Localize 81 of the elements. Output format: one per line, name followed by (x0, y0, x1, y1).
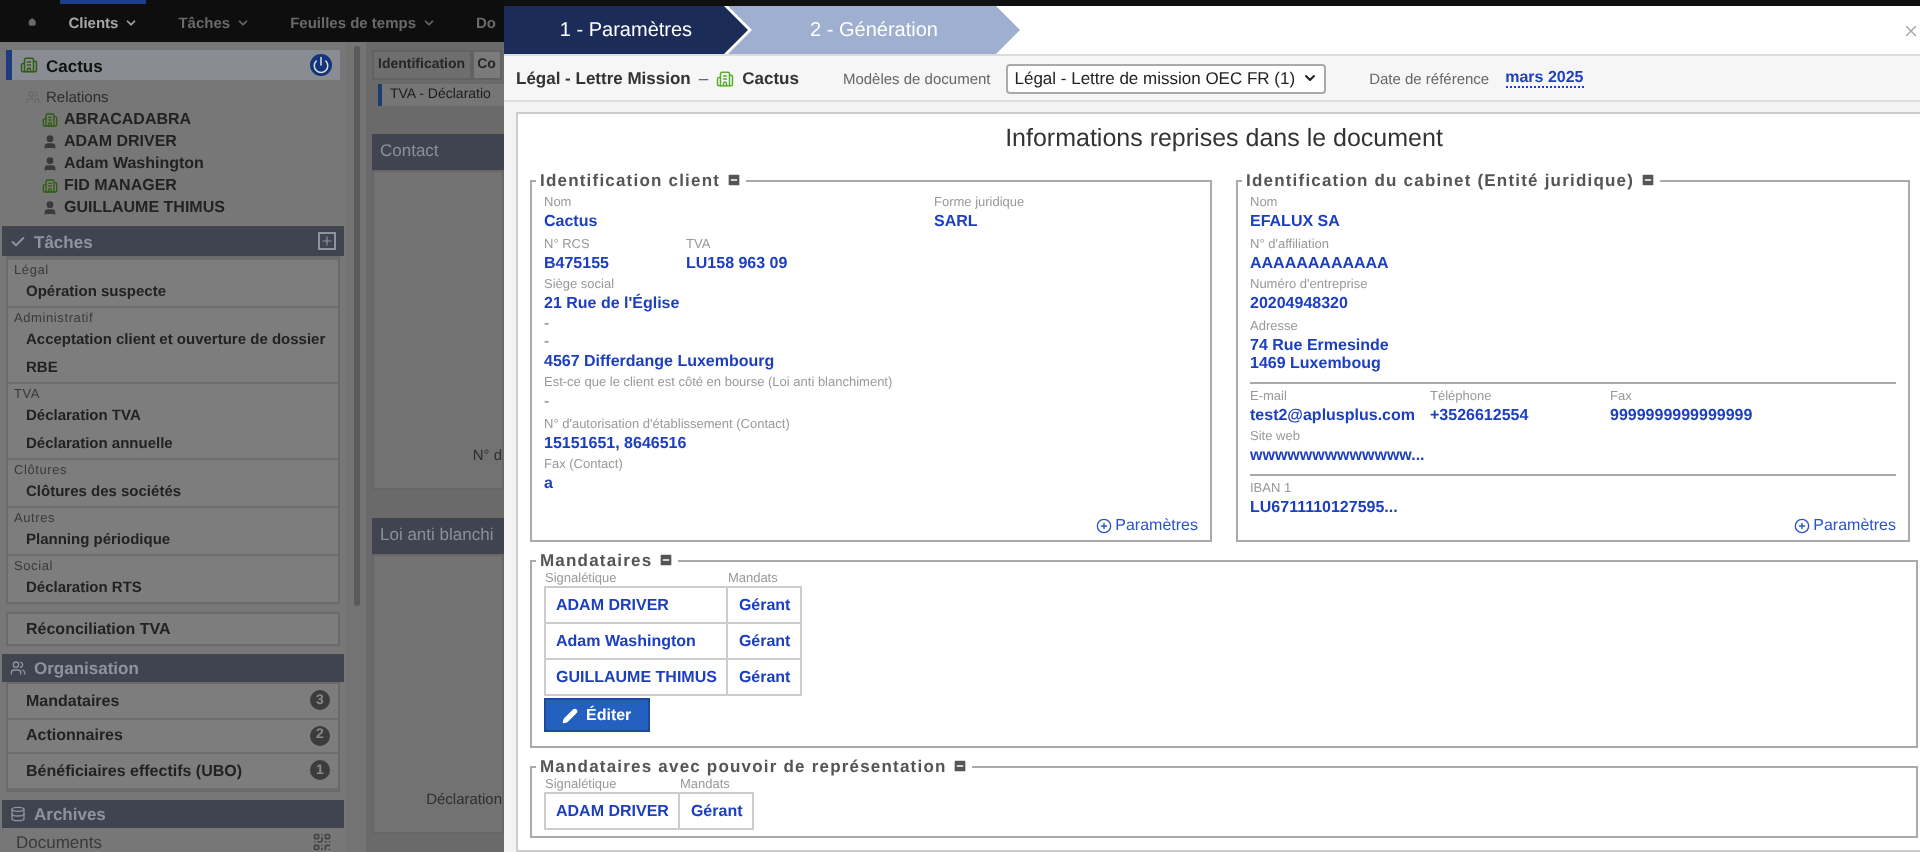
table-cell: Gérant (727, 587, 802, 623)
table-cell: ADAM DRIVER (545, 587, 728, 623)
settings-link[interactable]: Paramètres (1095, 516, 1198, 534)
field-value: 20204948320 (1250, 294, 1350, 313)
field-value: 9999999999999999 (1610, 405, 1755, 424)
field-value: - (544, 392, 552, 411)
field-value: B475155 (544, 253, 611, 272)
settings-link[interactable]: Paramètres (1793, 516, 1896, 534)
separator-dash: – (698, 68, 709, 88)
field-value: wwwwwwwwwwwww... (1250, 446, 1427, 465)
power-icon[interactable] (310, 54, 332, 77)
table-cell: Adam Washington (545, 623, 728, 659)
check-icon (10, 233, 26, 250)
collapse-icon[interactable] (726, 172, 743, 188)
field-value: 15151651, 8646516 (544, 433, 689, 452)
table-cell: GUILLAUME THIMUS (545, 659, 728, 695)
field-value: a (544, 474, 555, 493)
table-cell: Gérant (727, 659, 802, 695)
chevron-icon (1301, 70, 1318, 86)
caret-icon (124, 16, 139, 30)
archive-item[interactable]: Documents (16, 831, 102, 852)
field-value: Cactus (544, 212, 600, 231)
relation-item[interactable]: ADAM DRIVER (6, 130, 340, 153)
pencil-icon (562, 707, 578, 723)
table-cell: ADAM DRIVER (545, 793, 680, 829)
plus-circle-icon (1095, 517, 1112, 533)
caret-icon (422, 16, 436, 30)
relation-item[interactable]: FID MANAGER (6, 174, 340, 197)
field-value: EFALUX SA (1250, 212, 1342, 231)
field-value: SARL (934, 212, 980, 231)
client-name: Cactus (742, 68, 799, 88)
field-value: LU6711110127595... (1250, 497, 1400, 516)
panel-header: Loi anti blanchi (372, 518, 504, 554)
field-value: 74 Rue Ermesinde (1250, 335, 1391, 354)
field-value: +3526612554 (1430, 405, 1531, 424)
field-value: - (544, 332, 552, 351)
organisation-title: Organisation (34, 657, 139, 678)
date-value[interactable]: mars 2025 (1505, 68, 1584, 88)
add-icon[interactable] (318, 232, 336, 251)
collapse-icon[interactable] (658, 552, 675, 568)
panel-header: Contact (372, 134, 504, 170)
client-header[interactable]: Cactus (6, 50, 340, 81)
document-title: Légal - Lettre Mission (516, 68, 691, 88)
template-select[interactable]: Légal - Lettre de mission OEC FR (1) (1006, 63, 1326, 93)
building-icon (20, 56, 38, 75)
archives-title: Archives (34, 803, 106, 824)
person-icon (42, 199, 58, 216)
caret-icon (236, 16, 251, 30)
section-title: Identification du cabinet (Entité juridique) (1246, 170, 1635, 190)
panel-title: Informations reprises dans le document (1003, 122, 1445, 156)
field-value: LU158 963 09 (686, 253, 790, 272)
wizard-step[interactable]: 1 - Paramètres (504, 6, 748, 54)
field-value: 1469 Luxemboug (1250, 354, 1383, 373)
field-value: - (544, 313, 552, 332)
collapse-icon[interactable] (1640, 172, 1657, 188)
field-value: 4567 Differdange Luxembourg (544, 351, 777, 370)
tasks-title: Tâches (34, 231, 93, 252)
section-title: Mandataires (540, 550, 653, 570)
field-value: 21 Rue de l'Église (544, 294, 682, 313)
database-icon (10, 805, 26, 822)
relation-item[interactable]: GUILLAUME THIMUS (6, 196, 340, 219)
section-title: Mandataires avec pouvoir de représentation (540, 756, 947, 776)
people-icon (10, 659, 26, 676)
field-value: test2@aplusplus.com (1250, 405, 1417, 424)
table-cell: Gérant (679, 793, 754, 829)
task-item[interactable]: Réconciliation TVA (6, 611, 340, 646)
relation-item[interactable]: Adam Washington (6, 152, 340, 175)
client-name: Cactus (46, 55, 103, 76)
relation-item[interactable]: ABRACADABRA (6, 108, 340, 131)
building-icon (716, 69, 735, 87)
field-value: AAAAAAAAAAAA (1250, 253, 1391, 272)
collapse-icon[interactable] (952, 758, 969, 774)
edit-button[interactable]: Éditer (544, 698, 650, 732)
section-title: Identification client (540, 170, 721, 190)
person-icon (42, 133, 58, 150)
building-icon (42, 111, 58, 128)
plus-circle-icon (1793, 517, 1810, 533)
building-icon (42, 177, 58, 194)
person-icon (42, 155, 58, 172)
wizard-step[interactable]: 2 - Génération (728, 6, 1020, 54)
table-cell: Gérant (727, 623, 802, 659)
